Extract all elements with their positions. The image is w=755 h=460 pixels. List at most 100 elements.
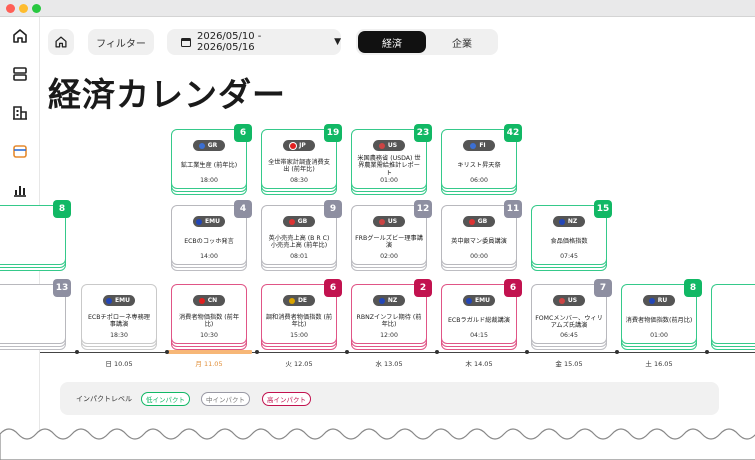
event-count-badge: 11 [504,200,522,218]
event-time: 15:00 [290,332,308,339]
event-title: 食品価格指数 [550,238,588,246]
bar-chart-icon[interactable] [10,180,30,200]
country-flag-badge: GB [463,216,495,227]
event-title: 英小売売上高 (B R C) 小売売上高 (前年比) [268,234,330,250]
event-card[interactable]: 42 FI キリスト昇天祭 06:00 [441,124,522,189]
event-count-badge: 7 [594,279,612,297]
event-card[interactable]: 6 GR 鉱工業生産 (前年比) 18:00 [171,124,252,189]
event-time: 08:01 [290,253,308,260]
day-label[interactable]: 日 10.05 [89,358,149,368]
timeline-tick [615,350,619,354]
event-time: 00:00 [470,253,488,260]
event-time: 01:00 [650,332,668,339]
filter-button[interactable]: フィルター [88,29,154,55]
app-window: フィルター 2026/05/10 - 2026/05/16 ▼ 経済 企業 経済… [0,0,755,460]
legend-low-impact[interactable]: 低インパクト [141,392,190,406]
event-time: 12:00 [380,332,398,339]
legend-high-impact[interactable]: 高インパクト [262,392,311,406]
day-label[interactable]: 水 13.05 [359,358,419,368]
tab-economy[interactable]: 経済 [358,31,426,53]
country-flag-badge: NZ [373,295,405,306]
building-icon[interactable] [10,103,30,123]
page-title: 経済カレンダー [48,75,286,114]
caret-down-icon: ▼ [334,37,341,47]
country-flag-badge: FI [463,140,495,151]
event-card[interactable]: EMU ECBチポローネ専務理事講演 18:30 [81,284,157,344]
event-card[interactable]: 23 US 米国農務省 (USDA) 世界農業需給推計レポート 01:00 [351,124,432,189]
event-title: ECBのコッホ発言 [184,238,234,246]
event-card[interactable]: 6 DE 調和消費者物価指数 (前年比) 15:00 [261,279,342,344]
country-flag-badge: EMU [103,295,135,306]
event-card-partial[interactable]: 13 [0,279,71,344]
event-card[interactable]: 11 GB 英中銀マン委員講演 00:00 [441,200,522,265]
tab-companies[interactable]: 企業 [428,31,496,53]
event-time: 07:45 [560,253,578,260]
event-count-badge: 8 [53,200,71,218]
event-card[interactable]: 7 US FOMCメンバー、ウィリアムズ氏講演 06:45 [531,279,612,344]
event-title: 鉱工業生産 (前年比) [180,162,238,170]
event-time: 06:00 [470,177,488,184]
date-range-picker[interactable]: 2026/05/10 - 2026/05/16 ▼ [167,29,341,55]
event-card-partial[interactable] [711,284,755,344]
home-icon[interactable] [10,26,30,46]
calendar-icon[interactable] [10,141,30,161]
timeline-tick [345,350,349,354]
event-card[interactable]: CN 消費者物価指数 (前年比) 10:30 [171,284,247,344]
maximize-window-button[interactable] [32,4,41,13]
event-count-badge: 9 [324,200,342,218]
event-time: 02:00 [380,253,398,260]
event-title: FRBグールズビー理事講演 [355,234,423,250]
country-flag-badge: EMU [463,295,495,306]
country-flag-badge: RU [643,295,675,306]
category-toggle: 経済 企業 [356,29,498,55]
event-card[interactable]: 2 NZ RBNZインフレ期待 (前年比) 12:00 [351,279,432,344]
day-label[interactable]: 木 14.05 [449,358,509,368]
timeline-axis [40,352,755,353]
event-time: 04:15 [470,332,488,339]
event-title: RBNZインフレ期待 (前年比) [356,313,422,329]
country-flag-badge: DE [283,295,315,306]
day-label[interactable]: 火 12.05 [269,358,329,368]
event-card[interactable]: 9 GB 英小売売上高 (B R C) 小売売上高 (前年比) 08:01 [261,200,342,265]
day-label[interactable]: 土 16.05 [629,358,689,368]
day-label[interactable]: 金 15.05 [539,358,599,368]
timeline-tick [255,350,259,354]
minimize-window-button[interactable] [19,4,28,13]
event-card[interactable]: 8 RU 消費者物価指数(前月比) 01:00 [621,279,702,344]
country-flag-badge: NZ [553,216,585,227]
title-bar [0,0,755,17]
impact-legend: インパクトレベル 低インパクト 中インパクト 高インパクト [60,382,719,415]
selected-day-indicator [166,350,252,354]
legend-title: インパクトレベル [76,395,132,403]
event-count-badge: 15 [594,200,612,218]
torn-edge-decoration [0,428,755,460]
country-flag-badge: US [373,140,405,151]
event-time: 18:00 [200,177,218,184]
day-label-selected[interactable]: 月 11.05 [179,358,239,368]
timeline-tick [705,350,709,354]
event-card[interactable]: 19 JP 全世帯家計調査消費支出 (前年比) 08:30 [261,124,342,189]
event-count-badge: 6 [504,279,522,297]
country-flag-badge: US [553,295,585,306]
event-count-badge: 23 [414,124,432,142]
event-time: 14:00 [200,253,218,260]
calendar-icon [181,38,191,47]
event-time: 10:30 [200,332,218,339]
event-card[interactable]: 4 EMU ECBのコッホ発言 14:00 [171,200,252,265]
event-card-partial[interactable]: 8 [0,200,71,265]
event-card[interactable]: 15 NZ 食品価格指数 07:45 [531,200,612,265]
country-flag-badge: GR [193,140,225,151]
server-icon[interactable] [10,64,30,84]
event-count-badge: 13 [53,279,71,297]
legend-mid-impact[interactable]: 中インパクト [201,392,250,406]
event-card[interactable]: 12 US FRBグールズビー理事講演 02:00 [351,200,432,265]
event-time: 08:30 [290,177,308,184]
country-flag-badge: CN [193,295,225,306]
event-count-badge: 8 [684,279,702,297]
home-button[interactable] [48,29,74,55]
event-title: 英中銀マン委員講演 [451,238,507,246]
close-window-button[interactable] [6,4,15,13]
event-title: 調和消費者物価指数 (前年比) [265,313,333,329]
event-card[interactable]: 6 EMU ECBラガルド総裁講演 04:15 [441,279,522,344]
country-flag-badge: GB [283,216,315,227]
